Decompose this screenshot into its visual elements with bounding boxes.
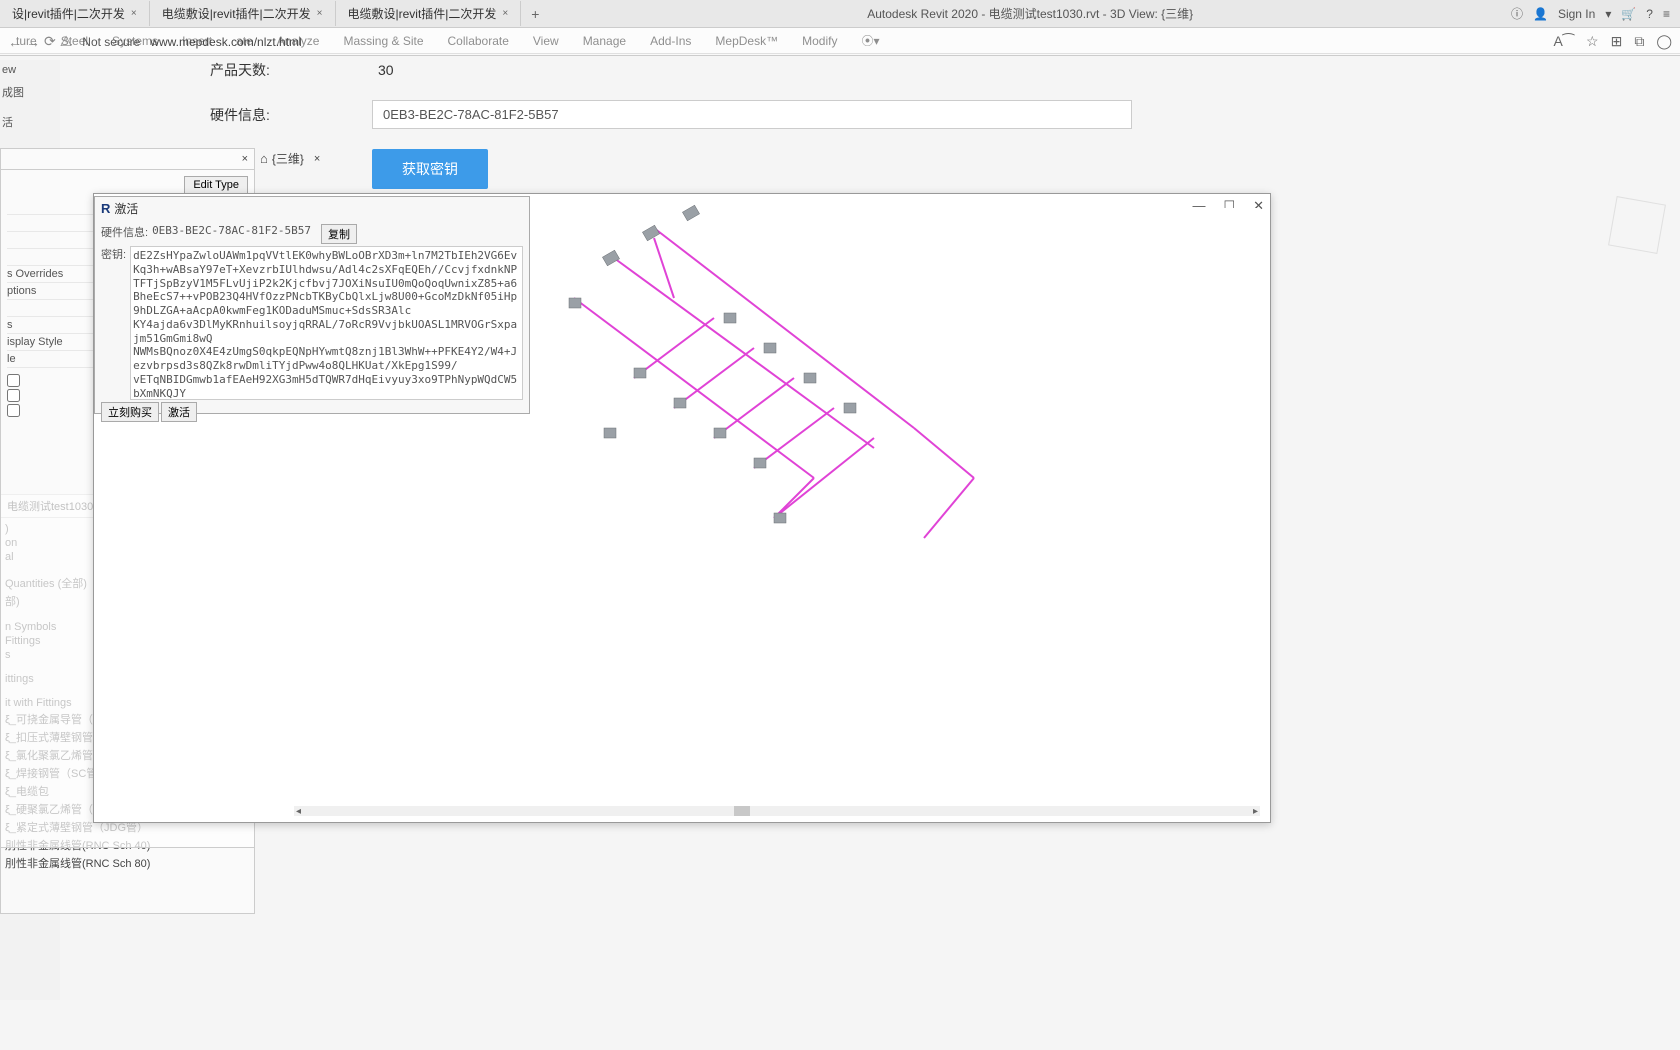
- home-icon: ⌂: [260, 151, 268, 166]
- tab-label: 电缆敷设|revit插件|二次开发: [348, 5, 497, 22]
- cart-icon[interactable]: 🛒: [1621, 7, 1636, 21]
- hw-value: 0EB3-BE2C-78AC-81F2-5B57: [152, 224, 311, 237]
- app-title: Autodesk Revit 2020 - 电缆测试test1030.rvt -…: [549, 5, 1511, 22]
- horizontal-scrollbar[interactable]: ◂ ▸: [294, 806, 1260, 816]
- scroll-thumb[interactable]: [734, 806, 750, 816]
- collections-icon[interactable]: ⧉: [1634, 33, 1644, 50]
- hw-label: 硬件信息:: [101, 224, 148, 240]
- sign-in-link[interactable]: Sign In: [1558, 7, 1595, 21]
- copy-button[interactable]: 复制: [321, 224, 357, 244]
- browser-tab-3[interactable]: 电缆敷设|revit插件|二次开发 ×: [336, 1, 522, 26]
- browser-tab-2[interactable]: 电缆敷设|revit插件|二次开发 ×: [150, 1, 336, 26]
- key-textarea[interactable]: [130, 246, 523, 400]
- url-text[interactable]: www.mepdesk.com/nlzt.html: [150, 35, 301, 49]
- browser-tab-strip: 设|revit插件|二次开发 × 电缆敷设|revit插件|二次开发 × 电缆敷…: [0, 0, 1680, 28]
- reload-icon[interactable]: ⟳: [44, 33, 56, 50]
- back-icon[interactable]: ←: [8, 34, 22, 50]
- left-item[interactable]: 活: [0, 110, 60, 134]
- buy-button[interactable]: 立刻购买: [101, 402, 159, 422]
- close-icon[interactable]: ×: [502, 8, 508, 19]
- doc-tab-label: {三维}: [272, 150, 304, 167]
- info-icon[interactable]: ⓘ: [1511, 5, 1523, 22]
- checkbox[interactable]: [7, 374, 20, 387]
- hardware-input[interactable]: [372, 100, 1132, 129]
- scroll-right-icon[interactable]: ▸: [1253, 806, 1258, 817]
- viewcube[interactable]: [1608, 196, 1666, 254]
- help-icon[interactable]: ?: [1646, 7, 1653, 21]
- checkbox[interactable]: [7, 404, 20, 417]
- url-bar: ← → ⟳ ⚠ Not secure www.mepdesk.com/nlzt.…: [0, 28, 1680, 56]
- close-icon[interactable]: ×: [131, 8, 137, 19]
- favorite-icon[interactable]: ☆: [1586, 33, 1599, 50]
- get-key-button[interactable]: 获取密钥: [372, 149, 488, 189]
- forward-icon[interactable]: →: [26, 34, 40, 50]
- checkbox[interactable]: [7, 389, 20, 402]
- reader-icon[interactable]: A⁀: [1553, 33, 1574, 50]
- extension-icon[interactable]: ⊞: [1611, 33, 1623, 50]
- activation-dialog: R 激活 硬件信息: 0EB3-BE2C-78AC-81F2-5B57 复制 密…: [94, 196, 530, 414]
- insecure-icon: ⚠: [60, 33, 73, 50]
- menu-icon[interactable]: ≡: [1663, 7, 1670, 21]
- avatar-icon[interactable]: ◯: [1656, 33, 1672, 50]
- left-item[interactable]: ew: [0, 60, 60, 80]
- revit-icon: R: [101, 201, 110, 216]
- product-days-value: 30: [378, 62, 394, 78]
- user-icon[interactable]: 👤: [1533, 7, 1548, 21]
- browser-tab-1[interactable]: 设|revit插件|二次开发 ×: [0, 1, 150, 26]
- dropdown-icon[interactable]: ▾: [1605, 7, 1611, 21]
- document-tab[interactable]: ⌂ {三维} ×: [260, 150, 320, 167]
- dialog-title: 激活: [114, 200, 138, 217]
- close-icon[interactable]: ×: [314, 153, 320, 165]
- tree-item[interactable]: 刖性非金属线管(RNC Sch 80): [5, 854, 250, 872]
- activate-button[interactable]: 激活: [161, 402, 197, 422]
- hardware-label: 硬件信息:: [210, 105, 360, 125]
- key-label: 密钥:: [101, 246, 126, 262]
- tab-label: 电缆敷设|revit插件|二次开发: [162, 5, 311, 22]
- new-tab-button[interactable]: +: [521, 2, 549, 26]
- left-item[interactable]: 成图: [0, 80, 60, 104]
- security-label: Not secure: [82, 35, 140, 49]
- tab-label: 设|revit插件|二次开发: [12, 5, 125, 22]
- edit-type-button[interactable]: Edit Type: [184, 176, 248, 194]
- close-icon[interactable]: ×: [317, 8, 323, 19]
- scroll-left-icon[interactable]: ◂: [296, 806, 301, 817]
- close-icon[interactable]: ×: [242, 153, 248, 165]
- product-days-label: 产品天数:: [210, 60, 360, 80]
